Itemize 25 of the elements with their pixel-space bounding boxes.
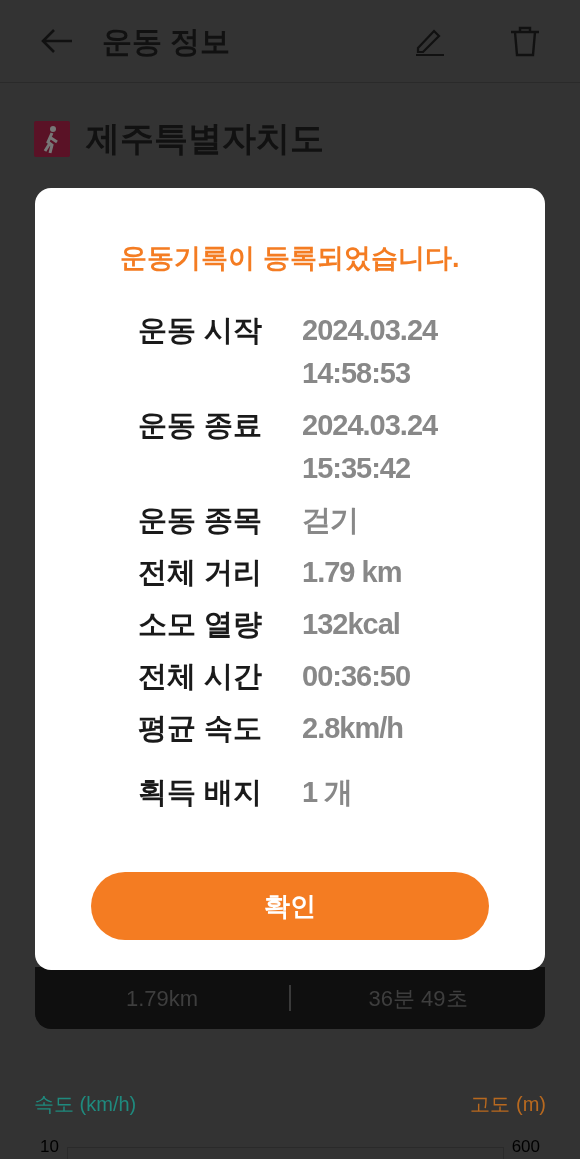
field-value: 14:58:53 bbox=[302, 355, 412, 391]
trash-icon[interactable] bbox=[510, 25, 540, 57]
field-label: 평균 속도 bbox=[136, 710, 262, 746]
field-value: 2024.03.24 bbox=[302, 407, 438, 443]
walking-person-icon bbox=[34, 120, 70, 157]
field-label: 획득 배지 bbox=[136, 774, 262, 810]
speed-axis-label: 속도 (km/h) bbox=[34, 1092, 137, 1117]
field-value: 1 개 bbox=[302, 774, 353, 810]
field-label: 전체 시간 bbox=[136, 658, 262, 694]
field-label: 운동 시작 bbox=[136, 312, 262, 348]
field-value: 2024.03.24 bbox=[302, 312, 438, 348]
field-value: 2.8km/h bbox=[302, 710, 403, 746]
field-label: 전체 거리 bbox=[136, 554, 262, 590]
confirm-button[interactable]: 확인 bbox=[91, 872, 489, 940]
field-value: 15:35:42 bbox=[302, 450, 412, 486]
field-label: 운동 종목 bbox=[136, 502, 262, 538]
field-label: 운동 종료 bbox=[136, 407, 262, 443]
dialog-title: 운동기록이 등록되었습니다. bbox=[120, 242, 460, 275]
back-arrow-icon[interactable] bbox=[40, 28, 74, 54]
field-value: 걷기 bbox=[302, 502, 358, 538]
field-label: 소모 열량 bbox=[136, 606, 262, 642]
field-value: 132kcal bbox=[302, 606, 400, 642]
altitude-axis-label: 고도 (m) bbox=[470, 1092, 546, 1117]
field-value: 1.79 km bbox=[302, 554, 402, 590]
field-value: 00:36:50 bbox=[302, 658, 411, 694]
